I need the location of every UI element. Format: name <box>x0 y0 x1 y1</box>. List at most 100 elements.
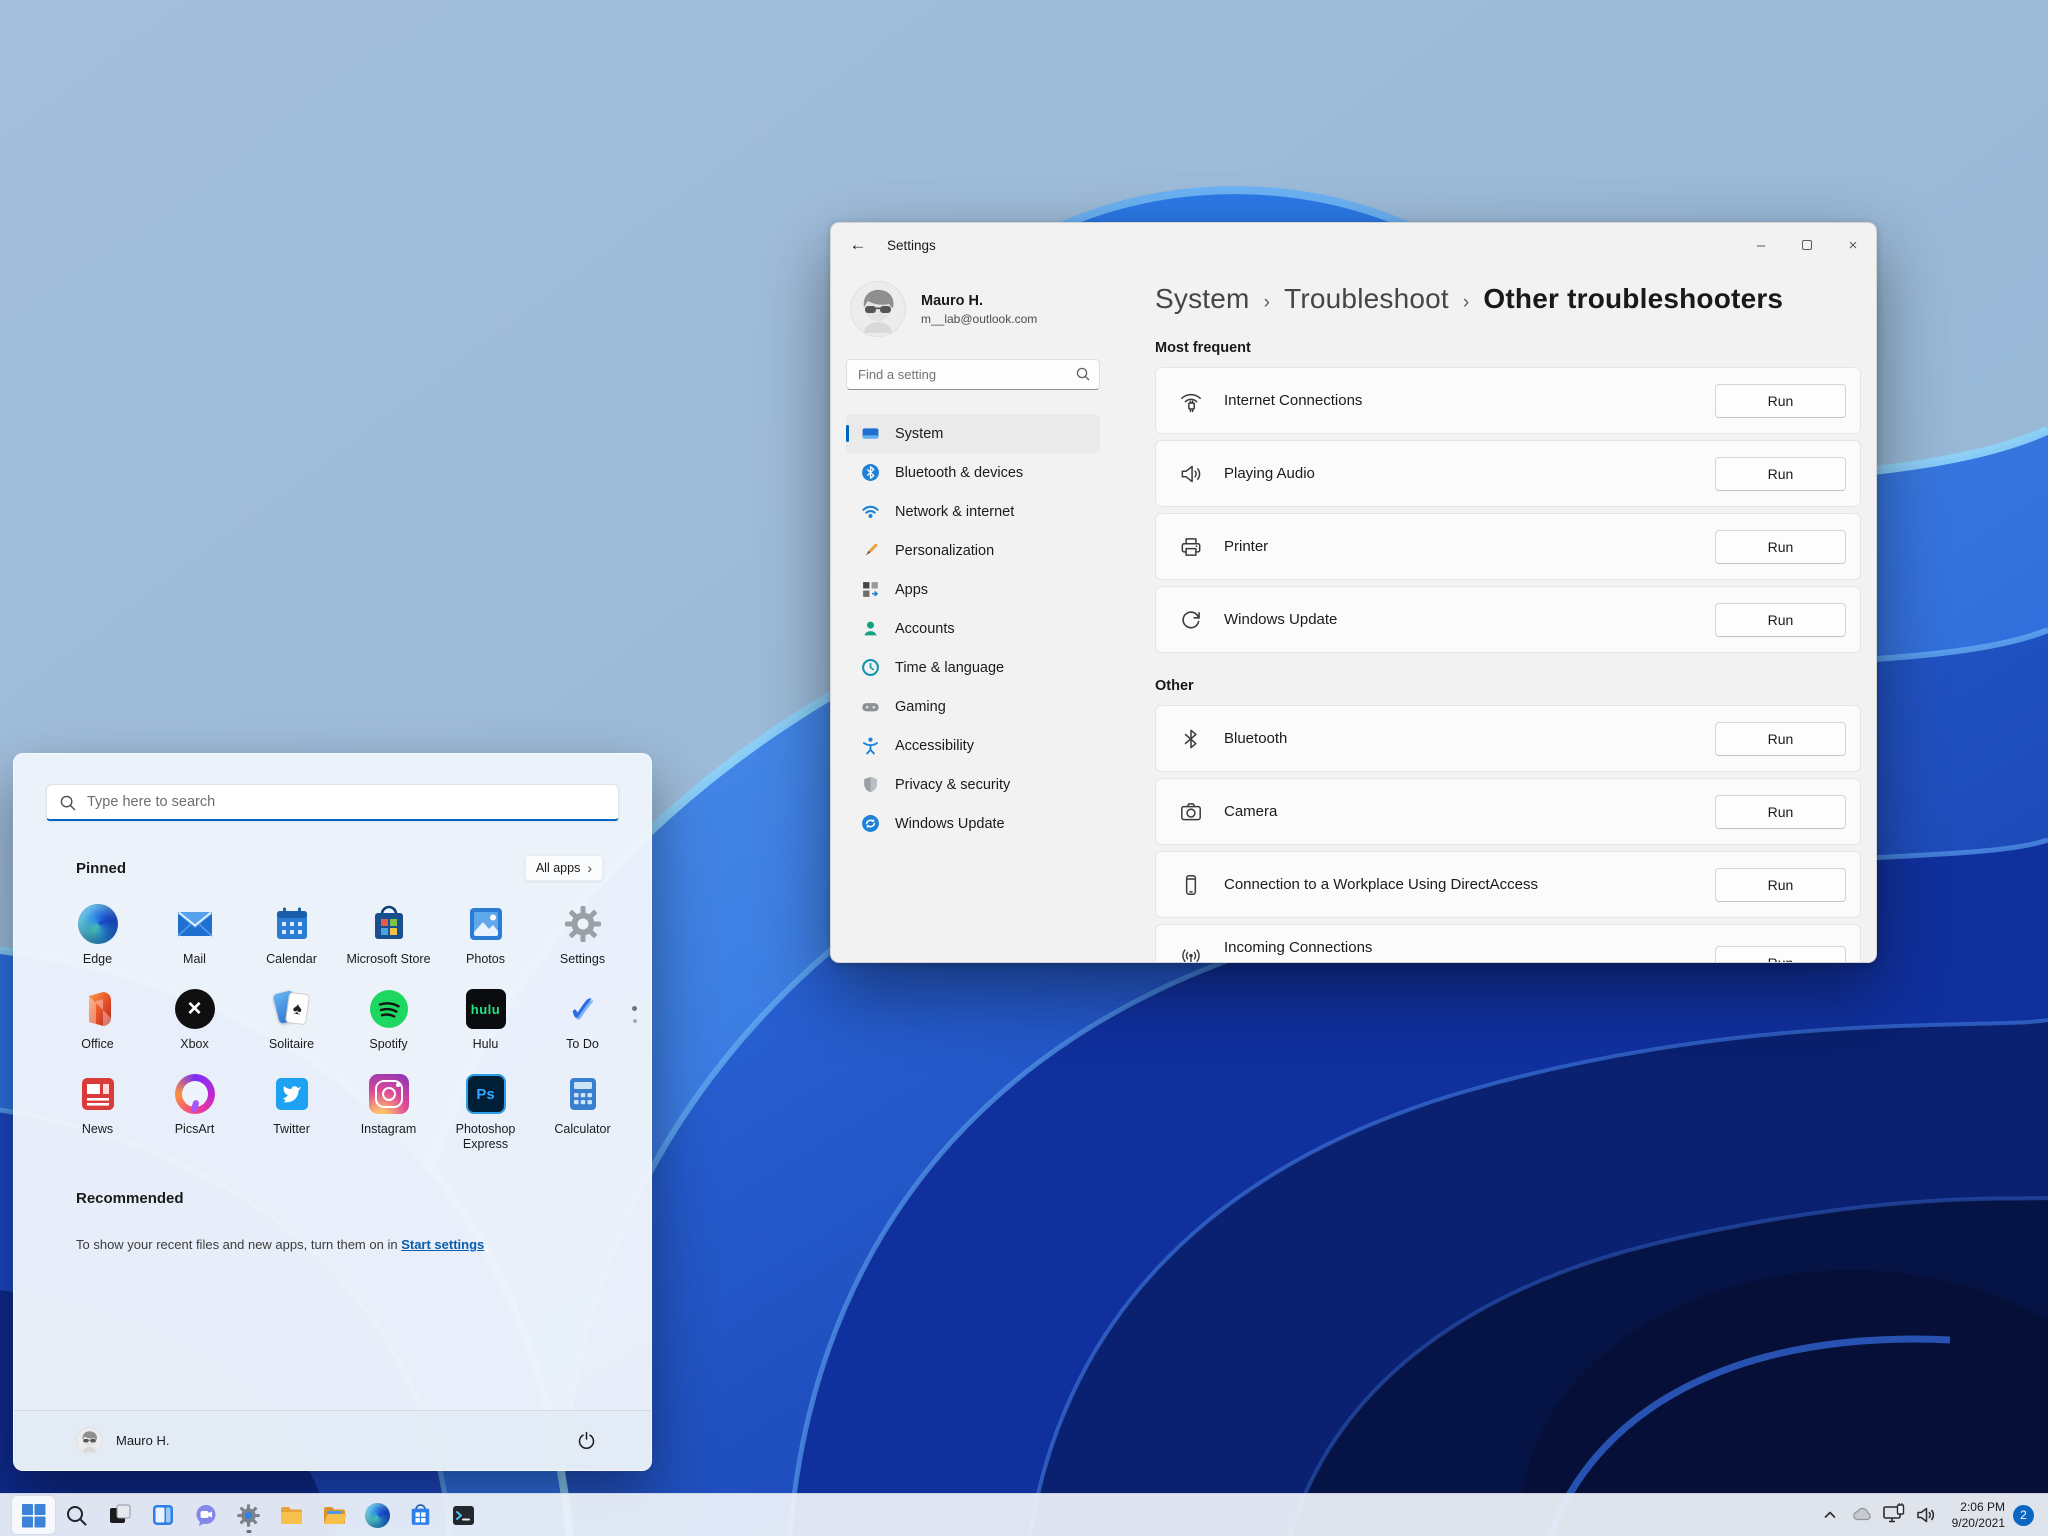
file-explorer-icon <box>281 1506 302 1524</box>
taskbar-task-view-button[interactable] <box>98 1496 141 1534</box>
run-button-printer[interactable]: Run <box>1715 529 1846 564</box>
taskbar-settings-button[interactable] <box>227 1496 270 1534</box>
taskbar-file-explorer-button[interactable] <box>270 1496 313 1534</box>
start-search-input[interactable] <box>46 784 619 821</box>
app-tile-solitaire[interactable]: ♠ Solitaire <box>243 984 340 1069</box>
run-button-windows-update[interactable]: Run <box>1715 602 1846 637</box>
app-label: News <box>81 1122 114 1136</box>
nav-item-accessibility[interactable]: Accessibility <box>846 726 1100 765</box>
breadcrumb: System › Troubleshoot › Other troublesho… <box>1155 283 1861 315</box>
app-tile-hulu[interactable]: hulu Hulu <box>437 984 534 1069</box>
troubleshooter-label: Playing Audio <box>1224 465 1315 482</box>
run-button-internet-connections[interactable]: Run <box>1715 383 1846 418</box>
nav-item-gaming[interactable]: Gaming <box>846 687 1100 726</box>
app-tile-instagram[interactable]: Instagram <box>340 1069 437 1154</box>
taskbar-search-button[interactable] <box>55 1496 98 1534</box>
app-tile-calculator[interactable]: Calculator <box>534 1069 631 1154</box>
app-tile-spotify[interactable]: Spotify <box>340 984 437 1069</box>
troubleshooter-playing-audio: Playing Audio Run <box>1155 440 1861 507</box>
windows-update-icon <box>861 814 880 833</box>
all-apps-button[interactable]: All apps › <box>524 855 603 881</box>
tray-chevron-button[interactable] <box>1814 1496 1846 1534</box>
run-button-incoming-connections[interactable]: Run <box>1715 946 1846 962</box>
nav-item-accounts[interactable]: Accounts <box>846 609 1100 648</box>
chevron-up-icon <box>1824 1511 1835 1518</box>
back-arrow-icon[interactable]: ← <box>843 230 873 260</box>
taskbar-start-button[interactable] <box>12 1496 55 1534</box>
bluetooth-icon <box>861 463 880 482</box>
taskbar: 2:06 PM 9/20/2021 2 <box>0 1493 2048 1536</box>
taskbar-store-button[interactable] <box>399 1496 442 1534</box>
camera-icon <box>1178 799 1204 825</box>
app-tile-photoshop-express[interactable]: Ps Photoshop Express <box>437 1069 534 1154</box>
minimize-button[interactable]: – <box>1738 223 1784 267</box>
tray-network-button[interactable] <box>1878 1496 1910 1534</box>
bluetooth-run-icon <box>1178 726 1204 752</box>
run-button-playing-audio[interactable]: Run <box>1715 456 1846 491</box>
nav-item-personalization[interactable]: Personalization <box>846 531 1100 570</box>
notification-badge[interactable]: 2 <box>2013 1504 2034 1526</box>
taskbar-chat-button[interactable] <box>184 1496 227 1534</box>
close-button[interactable]: × <box>1830 223 1876 267</box>
page-title: Other troubleshooters <box>1483 283 1784 314</box>
pinned-pagination-dots[interactable] <box>632 1006 637 1023</box>
nav-item-apps[interactable]: Apps <box>846 570 1100 609</box>
app-tile-photos[interactable]: Photos <box>437 899 534 984</box>
gaming-icon <box>861 697 880 716</box>
search-icon <box>67 1505 87 1525</box>
taskbar-terminal-button[interactable] <box>442 1496 485 1534</box>
recommended-heading: Recommended <box>76 1190 184 1207</box>
nav-item-windows-update[interactable]: Windows Update <box>846 804 1100 843</box>
app-tile-edge[interactable]: Edge <box>49 899 146 984</box>
maximize-button[interactable] <box>1784 223 1830 267</box>
nav-item-system[interactable]: System <box>846 414 1100 453</box>
taskbar-edge-button[interactable] <box>356 1496 399 1534</box>
run-button-bluetooth[interactable]: Run <box>1715 721 1846 756</box>
app-tile-calendar[interactable]: Calendar <box>243 899 340 984</box>
app-label: Office <box>81 1037 114 1051</box>
app-label: Edge <box>82 952 113 966</box>
power-button[interactable] <box>569 1424 603 1458</box>
tray-date: 9/20/2021 <box>1951 1516 2005 1530</box>
account-header[interactable]: Mauro H. m__lab@outlook.com <box>846 281 1100 337</box>
breadcrumb-system[interactable]: System <box>1155 283 1250 315</box>
user-avatar <box>850 281 906 337</box>
app-tile-twitter[interactable]: Twitter <box>243 1069 340 1154</box>
troubleshooter-label: Windows Update <box>1224 611 1338 628</box>
edge-icon <box>77 903 119 945</box>
nav-item-time-language[interactable]: Time & language <box>846 648 1100 687</box>
taskbar-clock[interactable]: 2:06 PM 9/20/2021 <box>1952 1499 2005 1531</box>
taskbar-widgets-button[interactable] <box>141 1496 184 1534</box>
edge-icon <box>365 1502 390 1528</box>
run-button-directaccess[interactable]: Run <box>1715 867 1846 902</box>
app-tile-microsoft-store[interactable]: Microsoft Store <box>340 899 437 984</box>
tray-volume-button[interactable] <box>1910 1496 1942 1534</box>
nav-item-network-internet[interactable]: Network & internet <box>846 492 1100 531</box>
privacy-security-icon <box>861 775 880 794</box>
start-settings-link[interactable]: Start settings <box>401 1237 484 1252</box>
app-tile-mail[interactable]: Mail <box>146 899 243 984</box>
troubleshooter-label: Bluetooth <box>1224 730 1288 747</box>
nav-item-privacy-security[interactable]: Privacy & security <box>846 765 1100 804</box>
instagram-icon <box>368 1073 410 1115</box>
microsoft-store-icon <box>411 1503 430 1525</box>
app-tile-picsart[interactable]: PicsArt <box>146 1069 243 1154</box>
app-tile-office[interactable]: Office <box>49 984 146 1069</box>
find-setting-input[interactable] <box>846 359 1100 390</box>
taskbar-folder-button[interactable] <box>313 1496 356 1534</box>
app-label: Xbox <box>180 1037 209 1051</box>
system-tray: 2:06 PM 9/20/2021 2 <box>1814 1494 2048 1536</box>
widgets-icon <box>152 1505 173 1525</box>
app-tile-todo[interactable]: ✓ To Do <box>534 984 631 1069</box>
nav-item-bluetooth-devices[interactable]: Bluetooth & devices <box>846 453 1100 492</box>
tray-onedrive-button[interactable] <box>1846 1496 1878 1534</box>
calculator-icon <box>562 1073 604 1115</box>
office-icon <box>77 988 119 1030</box>
run-button-camera[interactable]: Run <box>1715 794 1846 829</box>
app-tile-xbox[interactable]: × Xbox <box>146 984 243 1069</box>
app-tile-news[interactable]: News <box>49 1069 146 1154</box>
user-menu-button[interactable]: Mauro H. <box>76 1427 169 1454</box>
breadcrumb-troubleshoot[interactable]: Troubleshoot <box>1284 283 1449 315</box>
settings-sidebar: Mauro H. m__lab@outlook.com System B <box>831 267 1115 962</box>
app-tile-settings[interactable]: Settings <box>534 899 631 984</box>
